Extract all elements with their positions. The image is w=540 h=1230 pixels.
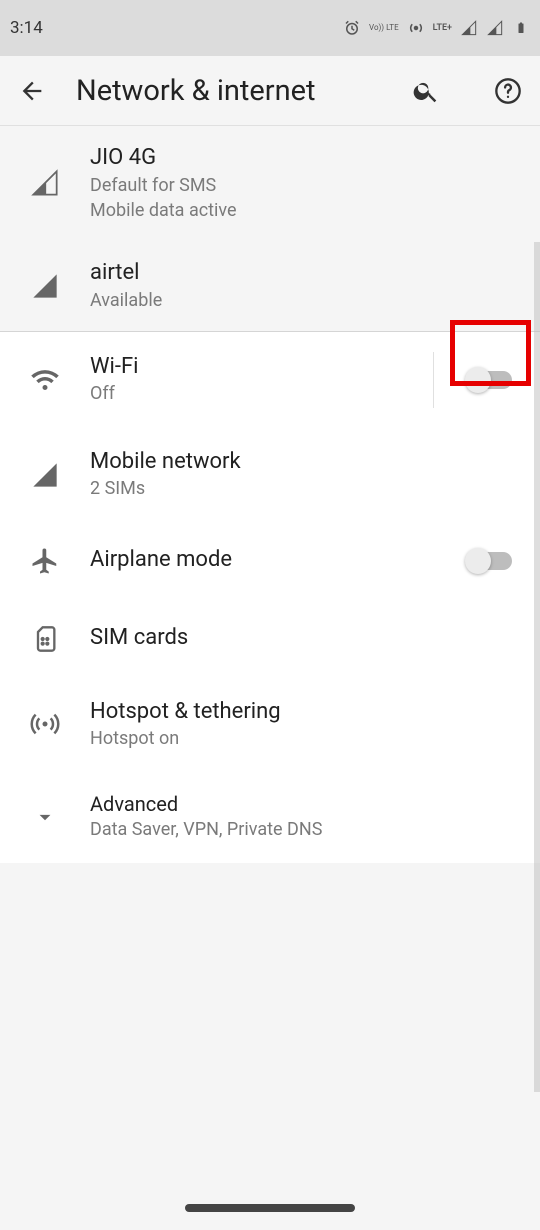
signal-full-icon	[31, 272, 59, 300]
row-subtitle: Hotspot on	[90, 726, 524, 751]
row-subtitle: 2 SIMs	[90, 476, 524, 501]
row-mobile-network[interactable]: Mobile network 2 SIMs	[0, 428, 540, 522]
row-advanced[interactable]: Advanced Data Saver, VPN, Private DNS	[0, 771, 540, 862]
lte-indicator: LTE+	[433, 23, 452, 33]
row-title: Mobile network	[90, 448, 524, 477]
signal-partial-icon	[31, 169, 59, 197]
sim-summary-block: JIO 4G Default for SMS Mobile data activ…	[0, 126, 540, 332]
wifi-toggle[interactable]	[468, 371, 512, 389]
row-subtitle: Off	[90, 381, 417, 406]
sim-item-jio[interactable]: JIO 4G Default for SMS Mobile data activ…	[0, 126, 540, 241]
airplane-toggle[interactable]	[468, 552, 512, 570]
app-bar: Network & internet	[0, 56, 540, 126]
search-button[interactable]	[412, 77, 440, 105]
alarm-icon	[343, 19, 361, 37]
signal-icon-1	[460, 19, 478, 37]
sim-subtitle-1: Default for SMS	[90, 173, 524, 198]
settings-list: Wi-Fi Off Mobile network 2 SIMs Airplane…	[0, 332, 540, 863]
row-wifi[interactable]: Wi-Fi Off	[0, 332, 540, 428]
row-hotspot[interactable]: Hotspot & tethering Hotspot on	[0, 678, 540, 772]
sim-card-icon	[31, 625, 59, 653]
row-title: SIM cards	[90, 624, 524, 653]
sim-subtitle-1: Available	[90, 288, 524, 313]
sim-name: JIO 4G	[90, 144, 524, 173]
sim-subtitle-2: Mobile data active	[90, 198, 524, 223]
hotspot-status-icon	[407, 19, 425, 37]
volte-indicator: Vo)) LTE	[369, 24, 399, 32]
row-airplane-mode[interactable]: Airplane mode	[0, 522, 540, 600]
chevron-down-icon	[32, 804, 58, 830]
row-title: Airplane mode	[90, 546, 424, 575]
signal-icon	[31, 461, 59, 489]
sim-item-airtel[interactable]: airtel Available	[0, 241, 540, 332]
status-bar: 3:14 Vo)) LTE LTE+	[0, 0, 540, 56]
help-button[interactable]	[494, 77, 522, 105]
row-title: Wi-Fi	[90, 353, 417, 382]
airplane-icon	[30, 546, 60, 576]
divider	[433, 352, 434, 408]
row-title: Advanced	[90, 791, 524, 817]
back-button[interactable]	[18, 77, 46, 105]
sim-name: airtel	[90, 259, 524, 288]
status-icons: Vo)) LTE LTE+	[343, 19, 530, 37]
hotspot-icon	[30, 709, 60, 739]
scrollbar[interactable]	[534, 242, 540, 1092]
signal-icon-2	[486, 19, 504, 37]
status-time: 3:14	[10, 18, 43, 38]
navigation-bar-pill[interactable]	[185, 1204, 355, 1212]
row-title: Hotspot & tethering	[90, 698, 524, 727]
row-sim-cards[interactable]: SIM cards	[0, 600, 540, 678]
row-subtitle: Data Saver, VPN, Private DNS	[90, 817, 524, 842]
page-title: Network & internet	[76, 74, 358, 108]
wifi-icon	[30, 365, 60, 395]
battery-icon	[512, 19, 530, 37]
